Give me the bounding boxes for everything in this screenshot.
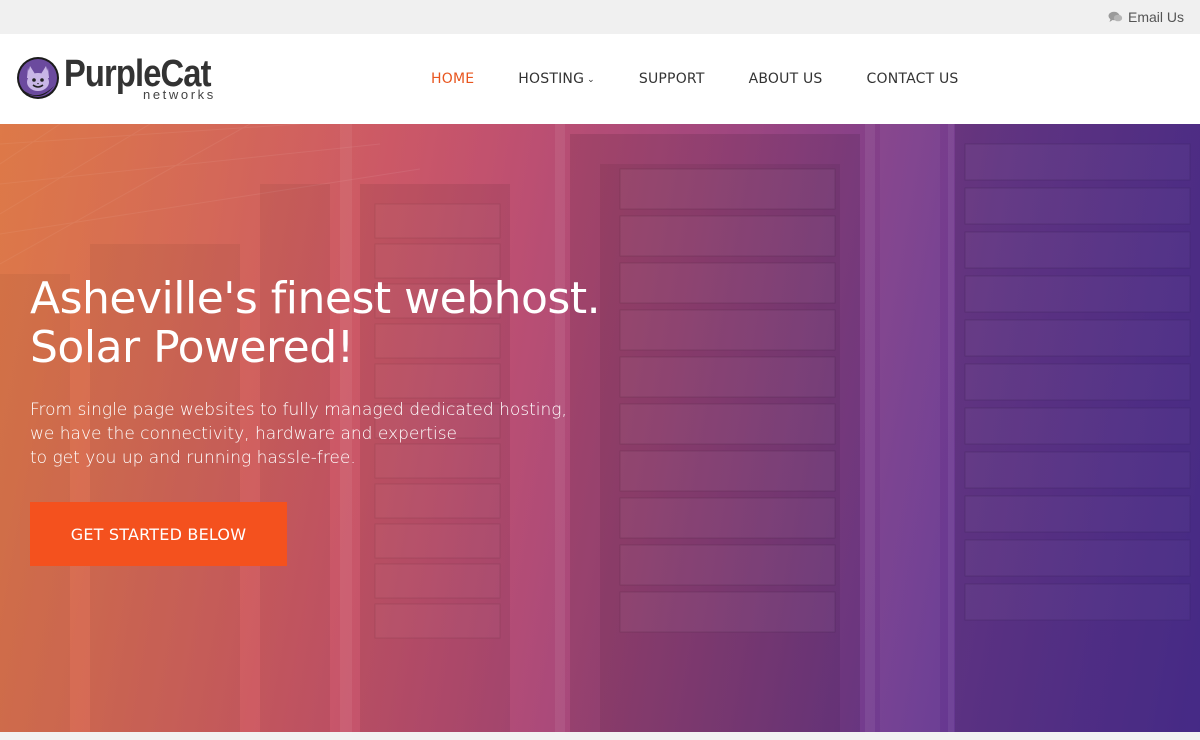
nav-item-label: SUPPORT — [638, 71, 705, 87]
nav-item-label: HOME — [431, 71, 475, 87]
site-header: PurpleCat networks HOME HOSTING ⌄ SUPPOR… — [0, 34, 1200, 124]
cat-face-icon — [17, 57, 59, 99]
nav-item-support[interactable]: SUPPORT — [639, 71, 705, 87]
nav-item-about-us[interactable]: ABOUT US — [749, 71, 823, 87]
email-us-link[interactable]: Email Us — [1108, 9, 1184, 25]
hero-banner: Asheville's finest webhost. Solar Powere… — [0, 124, 1200, 732]
hero-description-line-3: to get you up and running hassle-free. — [30, 448, 356, 468]
nav-item-hosting[interactable]: HOSTING ⌄ — [518, 71, 595, 87]
email-us-label: Email Us — [1127, 9, 1184, 25]
nav-item-label: HOSTING — [518, 71, 585, 87]
hero-description-line-2: we have the connectivity, hardware and e… — [30, 424, 458, 444]
nav-item-contact-us[interactable]: CONTACT US — [867, 71, 959, 87]
chat-bubbles-icon — [1108, 11, 1123, 23]
chevron-down-icon: ⌄ — [587, 75, 595, 85]
hero-description-line-1: From single page websites to fully manag… — [30, 400, 567, 420]
logo-tagline: networks — [143, 87, 216, 102]
site-logo[interactable]: PurpleCat networks — [16, 52, 236, 108]
main-navigation: HOME HOSTING ⌄ SUPPORT ABOUT US CONTACT … — [409, 34, 981, 124]
hero-description: From single page websites to fully manag… — [30, 398, 590, 470]
hero-headline: Asheville's finest webhost. Solar Powere… — [30, 274, 730, 372]
top-utility-bar: Email Us — [0, 0, 1200, 34]
hero-headline-line-1: Asheville's finest webhost. — [30, 273, 601, 324]
hero-headline-line-2: Solar Powered! — [30, 322, 354, 373]
get-started-button[interactable]: GET STARTED BELOW — [30, 502, 287, 566]
nav-item-label: ABOUT US — [748, 71, 823, 87]
nav-item-label: CONTACT US — [866, 71, 959, 87]
section-divider — [0, 732, 1200, 740]
nav-item-home[interactable]: HOME — [431, 71, 474, 87]
